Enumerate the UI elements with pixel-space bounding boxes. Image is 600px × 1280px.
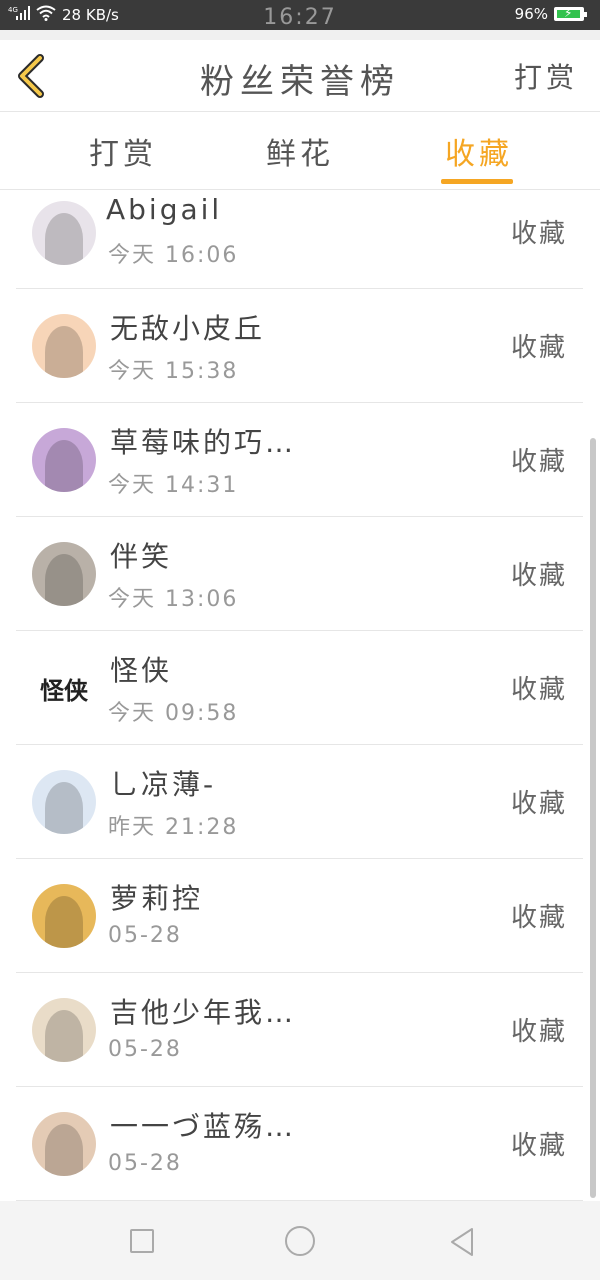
list-item[interactable]: Abigail 今天 16:06 收藏	[16, 191, 583, 289]
list-item[interactable]: 吉他少年我… 05-28 收藏	[16, 973, 583, 1087]
fan-time: 今天 16:06	[108, 243, 239, 268]
battery-icon: ⚡	[554, 6, 587, 21]
avatar-figure	[44, 1009, 84, 1062]
avatar-figure	[44, 212, 84, 265]
app-header: 粉丝荣誉榜 打赏	[0, 40, 600, 112]
avatar-figure	[44, 895, 84, 948]
fan-name: 草莓味的巧…	[110, 426, 297, 459]
avatar[interactable]	[32, 314, 96, 378]
reward-button[interactable]: 打赏	[514, 56, 578, 96]
page-title: 粉丝荣誉榜	[200, 62, 400, 102]
avatar-figure	[44, 553, 84, 606]
tab-reward[interactable]: 打赏	[58, 129, 188, 173]
action-label: 收藏	[510, 903, 567, 933]
scrollbar[interactable]	[590, 438, 596, 1198]
fan-time: 今天 15:38	[108, 359, 239, 384]
avatar[interactable]	[32, 998, 96, 1062]
avatar-figure	[44, 325, 84, 378]
fan-name: 伴笑	[110, 540, 173, 573]
fan-name: 乚凉薄-	[110, 768, 217, 801]
avatar[interactable]	[32, 1112, 96, 1176]
fan-list[interactable]: Abigail 今天 16:06 收藏 无敌小皮丘 今天 15:38 收藏 草莓味的巧… 今天…	[16, 191, 583, 1201]
list-item[interactable]: 草莓味的巧… 今天 14:31 收藏	[16, 403, 583, 517]
status-bar: 4G 28 KB/s 16:27 96% ⚡	[0, 0, 600, 30]
action-label: 收藏	[510, 219, 567, 249]
fan-time: 05-28	[108, 1151, 182, 1176]
charging-bolt-icon: ⚡	[564, 6, 573, 20]
action-label: 收藏	[510, 447, 567, 477]
list-item[interactable]: 一一づ蓝殇… 05-28 收藏	[16, 1087, 583, 1201]
action-label: 收藏	[510, 1131, 567, 1161]
battery-percent: 96%	[514, 5, 548, 23]
recent-apps-button[interactable]	[130, 1229, 154, 1253]
avatar-figure	[44, 1123, 84, 1176]
fan-time: 今天 14:31	[108, 473, 239, 498]
action-label: 收藏	[510, 675, 567, 705]
fan-name: 萝莉控	[110, 882, 204, 915]
fan-name: 怪侠	[110, 654, 173, 687]
avatar[interactable]	[32, 770, 96, 834]
list-item[interactable]: 怪侠 怪侠 今天 09:58 收藏	[16, 631, 583, 745]
fan-name: Abigail	[106, 193, 223, 226]
back-nav-button[interactable]	[448, 1226, 476, 1262]
list-item[interactable]: 萝莉控 05-28 收藏	[16, 859, 583, 973]
avatar[interactable]: 怪侠	[32, 656, 96, 720]
action-label: 收藏	[510, 1017, 567, 1047]
fan-time: 05-28	[108, 923, 182, 948]
fan-time: 昨天 21:28	[108, 815, 239, 840]
list-item[interactable]: 无敌小皮丘今天 15:38 收藏	[16, 289, 583, 403]
avatar-calligraphy-text: 怪侠	[40, 675, 88, 705]
header-top-spacer	[0, 30, 600, 40]
action-label: 收藏	[510, 333, 567, 363]
action-label: 收藏	[510, 561, 567, 591]
list-item[interactable]: 乚凉薄- 昨天 21:28 收藏	[16, 745, 583, 859]
avatar[interactable]	[32, 428, 96, 492]
avatar[interactable]	[32, 884, 96, 948]
avatar-figure	[44, 781, 84, 834]
fan-name: 吉他少年我…	[110, 996, 297, 1029]
fan-name: 一一づ蓝殇…	[110, 1110, 297, 1143]
status-right: 96% ⚡	[514, 5, 587, 23]
action-label: 收藏	[510, 789, 567, 819]
active-tab-indicator	[441, 179, 513, 184]
home-button[interactable]	[285, 1226, 315, 1256]
clock: 16:27	[263, 5, 337, 30]
avatar-figure	[44, 439, 84, 492]
triangle-back-icon	[451, 1228, 473, 1256]
list-item[interactable]: 伴笑今天 13:06 收藏	[16, 517, 583, 631]
avatar[interactable]	[32, 201, 96, 265]
system-nav-bar	[0, 1201, 600, 1280]
tab-bar: 打赏 鲜花 收藏	[0, 113, 600, 190]
fan-time: 今天 13:06	[108, 587, 239, 612]
fan-time: 今天 09:58	[108, 701, 239, 726]
avatar[interactable]	[32, 542, 96, 606]
fan-name: 无敌小皮丘	[110, 312, 266, 345]
fan-time: 05-28	[108, 1037, 182, 1062]
tab-flowers[interactable]: 鲜花	[235, 129, 365, 173]
tab-favorites[interactable]: 收藏	[414, 129, 544, 173]
